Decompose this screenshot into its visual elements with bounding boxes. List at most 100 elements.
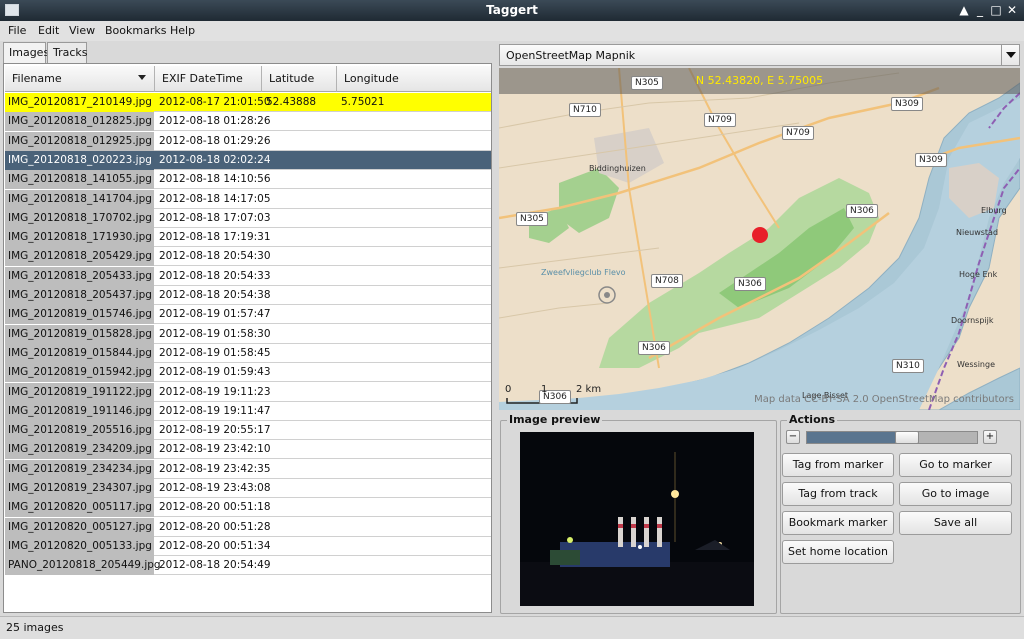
zoom-in-button[interactable]: + [983, 430, 997, 444]
datetime-cell: 2012-08-20 00:51:28 [159, 520, 271, 533]
longitude-cell [337, 209, 447, 228]
zoom-out-button[interactable]: − [786, 430, 800, 444]
longitude-cell [337, 402, 447, 421]
latitude-cell [262, 305, 337, 324]
road-label: N309 [891, 97, 923, 111]
latitude-cell [262, 112, 337, 131]
column-filename[interactable]: Filename [5, 66, 155, 92]
longitude-cell [337, 518, 447, 537]
menu-view[interactable]: View [69, 24, 95, 37]
datetime-cell: 2012-08-18 14:10:56 [159, 173, 271, 186]
filename-cell: IMG_20120818_012825.jpg [5, 112, 154, 132]
filename-cell: IMG_20120819_191122.jpg [5, 382, 154, 402]
table-row[interactable]: IMG_20120819_015828.jpg 2012-08-19 01:58:… [5, 324, 491, 344]
table-row[interactable]: IMG_20120819_234209.jpg 2012-08-19 23:42:… [5, 440, 491, 460]
go-to-image-button[interactable]: Go to image [899, 482, 1012, 506]
zoom-track[interactable] [806, 431, 978, 444]
longitude-cell [337, 383, 447, 402]
menu-help[interactable]: Help [170, 24, 195, 37]
table-row[interactable]: IMG_20120818_170702.jpg 2012-08-18 17:07:… [5, 208, 491, 228]
filename-cell: IMG_20120819_234234.jpg [5, 459, 154, 479]
table-row[interactable]: IMG_20120819_234307.jpg 2012-08-19 23:43:… [5, 479, 491, 498]
filename-cell: IMG_20120819_234307.jpg [5, 479, 154, 498]
table-row[interactable]: IMG_20120819_205516.jpg 2012-08-19 20:55:… [5, 421, 491, 441]
go-to-marker-button[interactable]: Go to marker [899, 453, 1012, 477]
road-label: N305 [516, 212, 548, 226]
latitude-cell [262, 498, 337, 517]
table-row[interactable]: IMG_20120819_191122.jpg 2012-08-19 19:11:… [5, 382, 491, 402]
table-row[interactable]: IMG_20120820_005127.jpg 2012-08-20 00:51:… [5, 517, 491, 537]
longitude-cell [337, 305, 447, 324]
map-source-select[interactable]: OpenStreetMap Mapnik [499, 44, 1020, 66]
table-row[interactable]: IMG_20120820_005117.jpg 2012-08-20 00:51:… [5, 498, 491, 518]
menu-file[interactable]: File [8, 24, 26, 37]
table-row[interactable]: IMG_20120819_191146.jpg 2012-08-19 19:11:… [5, 401, 491, 421]
table-row[interactable]: IMG_20120818_012825.jpg 2012-08-18 01:28:… [5, 112, 491, 132]
table-row[interactable]: IMG_20120820_005133.jpg 2012-08-20 00:51:… [5, 536, 491, 556]
table-row[interactable]: IMG_20120819_015942.jpg 2012-08-19 01:59:… [5, 363, 491, 383]
column-latitude[interactable]: Latitude [262, 66, 337, 92]
longitude-cell [337, 190, 447, 209]
filename-cell: IMG_20120819_191146.jpg [5, 401, 154, 421]
close-icon[interactable]: ✕ [1004, 2, 1020, 18]
tab-images[interactable]: Images [3, 42, 49, 63]
menu-bookmarks[interactable]: Bookmarks [105, 24, 166, 37]
keep-above-icon[interactable]: ▲ [956, 2, 972, 18]
table-row[interactable]: IMG_20120818_205433.jpg 2012-08-18 20:54:… [5, 266, 491, 286]
table-row[interactable]: IMG_20120818_012925.jpg 2012-08-18 01:29:… [5, 131, 491, 151]
column-exif[interactable]: EXIF DateTime [155, 66, 262, 92]
filename-cell: IMG_20120819_015828.jpg [5, 324, 154, 344]
longitude-cell [337, 479, 447, 498]
tab-tracks[interactable]: Tracks [47, 42, 88, 63]
image-list[interactable]: Filename EXIF DateTime Latitude Longitud… [3, 63, 492, 613]
datetime-cell: 2012-08-19 20:55:17 [159, 424, 271, 437]
bookmark-marker-button[interactable]: Bookmark marker [782, 511, 894, 535]
filename-cell: IMG_20120818_205437.jpg [5, 286, 154, 305]
datetime-cell: 2012-08-19 01:58:45 [159, 346, 271, 359]
table-row[interactable]: IMG_20120819_234234.jpg 2012-08-19 23:42:… [5, 459, 491, 479]
set-home-location-button[interactable]: Set home location [782, 540, 894, 564]
longitude-cell [337, 151, 447, 170]
table-row[interactable]: IMG_20120819_015844.jpg 2012-08-19 01:58:… [5, 343, 491, 363]
table-row[interactable]: IMG_20120818_020223.jpg 2012-08-18 02:02:… [5, 150, 491, 170]
maximize-icon[interactable]: □ [988, 2, 1004, 18]
datetime-cell: 2012-08-18 01:29:26 [159, 134, 271, 147]
table-row[interactable]: IMG_20120818_171930.jpg 2012-08-18 17:19:… [5, 228, 491, 248]
longitude-cell [337, 498, 447, 517]
menu-bar: File Edit View Bookmarks Help [0, 21, 1024, 41]
zoom-handle[interactable] [895, 431, 919, 444]
datetime-cell: 2012-08-17 21:01:50 [159, 96, 271, 108]
tag-from-marker-button[interactable]: Tag from marker [782, 453, 894, 477]
save-all-button[interactable]: Save all [899, 511, 1012, 535]
road-label: N709 [782, 126, 814, 140]
menu-edit[interactable]: Edit [38, 24, 59, 37]
filename-cell: IMG_20120819_234209.jpg [5, 440, 154, 460]
location-marker[interactable] [752, 227, 768, 243]
latitude-cell [262, 556, 337, 575]
map-source-dropdown-button[interactable] [1001, 45, 1019, 65]
datetime-cell: 2012-08-18 20:54:30 [159, 250, 271, 263]
column-longitude[interactable]: Longitude [337, 66, 491, 92]
latitude-cell [262, 170, 337, 189]
table-row[interactable]: IMG_20120818_141704.jpg 2012-08-18 14:17:… [5, 189, 491, 209]
table-row[interactable]: IMG_20120818_141055.jpg 2012-08-18 14:10:… [5, 170, 491, 190]
longitude-cell [337, 344, 447, 363]
filename-cell: IMG_20120819_205516.jpg [5, 421, 154, 441]
table-row[interactable]: IMG_20120817_210149.jpg 2012-08-17 21:01:… [5, 93, 491, 112]
filename-cell: IMG_20120818_170702.jpg [5, 208, 154, 228]
table-row[interactable]: IMG_20120818_205429.jpg 2012-08-18 20:54:… [5, 247, 491, 267]
table-row[interactable]: PANO_20120818_205449.jpg 2012-08-18 20:54… [5, 556, 491, 576]
zoom-slider[interactable]: − + [786, 430, 997, 446]
latitude-cell [262, 151, 337, 170]
latitude-cell: 52.43888 [266, 96, 317, 108]
datetime-cell: 2012-08-19 19:11:47 [159, 404, 271, 417]
minimize-icon[interactable]: _ [972, 2, 988, 18]
table-row[interactable]: IMG_20120819_015746.jpg 2012-08-19 01:57:… [5, 305, 491, 325]
longitude-cell [337, 112, 447, 131]
filename-cell: IMG_20120820_005127.jpg [5, 517, 154, 537]
datetime-cell: 2012-08-18 17:19:31 [159, 231, 271, 244]
map-view[interactable]: N 52.43820, E 5.75005 N305 N710 N709 N70… [499, 68, 1020, 410]
tag-from-track-button[interactable]: Tag from track [782, 482, 894, 506]
table-row[interactable]: IMG_20120818_205437.jpg 2012-08-18 20:54:… [5, 286, 491, 305]
filename-cell: IMG_20120818_020223.jpg [5, 150, 154, 170]
